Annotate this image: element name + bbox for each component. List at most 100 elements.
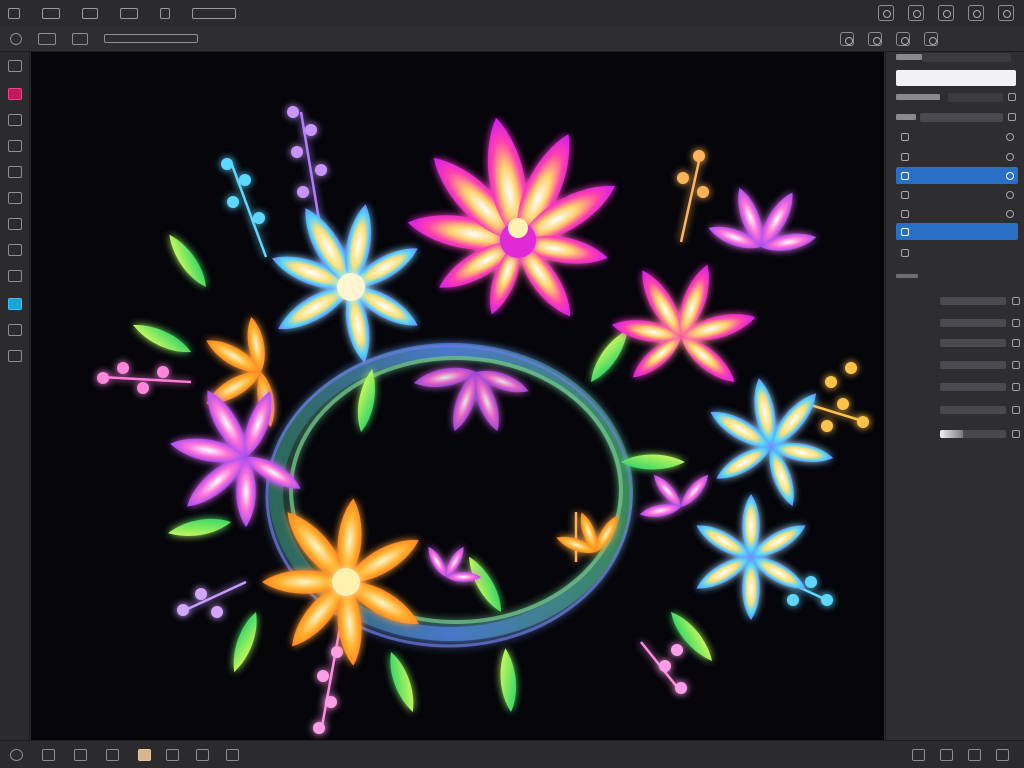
- adjustment-slider[interactable]: [896, 359, 1020, 371]
- blend-mode-field[interactable]: [922, 52, 1011, 62]
- image-menu-icon[interactable]: [82, 7, 98, 19]
- adjustment-slider[interactable]: [896, 317, 1020, 329]
- move-tool-icon[interactable]: [8, 60, 22, 72]
- fit-screen-icon[interactable]: [968, 749, 981, 761]
- canvas[interactable]: [31, 52, 884, 740]
- opacity-lock-icon[interactable]: [1008, 93, 1016, 101]
- crop-tool-icon[interactable]: [8, 192, 22, 204]
- layer-thumbnail-icon: [901, 152, 909, 161]
- slider-track[interactable]: [940, 339, 1006, 347]
- export-icon[interactable]: [908, 5, 924, 21]
- slider-track[interactable]: [940, 297, 1006, 305]
- opacity-row[interactable]: [896, 90, 1016, 104]
- size-option-icon[interactable]: [72, 32, 88, 45]
- redo-icon[interactable]: [74, 749, 87, 761]
- visibility-icon[interactable]: [1006, 209, 1014, 218]
- adjustment-slider[interactable]: [896, 295, 1020, 307]
- account-icon[interactable]: [998, 5, 1014, 21]
- share-icon[interactable]: [878, 5, 894, 21]
- grid-icon[interactable]: [840, 32, 854, 46]
- layer-name-input[interactable]: [896, 70, 1016, 86]
- layer-menu-icon[interactable]: [120, 7, 138, 19]
- slider-value-icon[interactable]: [1012, 406, 1020, 414]
- zoom-in-icon[interactable]: [940, 749, 953, 761]
- slider-value-icon[interactable]: [1012, 339, 1020, 347]
- adjustment-slider[interactable]: [896, 337, 1020, 349]
- file-name-field[interactable]: [104, 34, 198, 43]
- undo-icon[interactable]: [42, 749, 55, 761]
- layer-item[interactable]: [896, 205, 1018, 222]
- slider-value-icon[interactable]: [1012, 361, 1020, 369]
- layer-item[interactable]: [896, 186, 1018, 203]
- text-tool-icon[interactable]: [8, 270, 22, 282]
- window-controls: [878, 5, 1014, 21]
- color-picker-icon[interactable]: [8, 298, 22, 310]
- shape-tool-icon[interactable]: [8, 324, 22, 336]
- history-icon[interactable]: [10, 749, 23, 761]
- rotate-icon[interactable]: [896, 32, 910, 46]
- layer-item-selected[interactable]: [896, 223, 1018, 240]
- layer-item[interactable]: [896, 244, 1018, 261]
- fullscreen-icon[interactable]: [924, 32, 938, 46]
- layer-item[interactable]: [896, 148, 1018, 165]
- fill-row[interactable]: [896, 110, 1016, 124]
- properties-panel: [885, 52, 1024, 740]
- layer-thumbnail-icon: [901, 190, 909, 199]
- slider-track[interactable]: [940, 319, 1006, 327]
- filter-menu-icon[interactable]: [192, 7, 236, 19]
- image-editor-app: [0, 0, 1024, 768]
- settings-icon[interactable]: [938, 5, 954, 21]
- slider-value-icon[interactable]: [1012, 297, 1020, 305]
- eraser-tool-icon[interactable]: [8, 166, 22, 178]
- slider-value-icon[interactable]: [1012, 383, 1020, 391]
- adjustments-section-header: [896, 274, 918, 278]
- adjustment-slider[interactable]: [896, 404, 1020, 416]
- edit-menu-icon[interactable]: [42, 7, 60, 19]
- select-tool-icon[interactable]: [8, 114, 22, 126]
- tool-preset-icon[interactable]: [10, 32, 22, 45]
- adjustment-slider[interactable]: [896, 381, 1020, 393]
- opacity-field[interactable]: [948, 92, 1003, 102]
- fill-tool-icon[interactable]: [8, 218, 22, 230]
- slider-track[interactable]: [940, 430, 1006, 438]
- layer-item-selected[interactable]: [896, 167, 1018, 184]
- view-options: [840, 32, 938, 46]
- fill-lock-icon[interactable]: [1008, 113, 1016, 121]
- tool-palette: [0, 52, 30, 740]
- mode-option-icon[interactable]: [38, 32, 56, 45]
- visibility-icon[interactable]: [1006, 190, 1014, 199]
- status-bar: [0, 740, 1024, 768]
- brush-settings-icon[interactable]: [166, 749, 179, 761]
- navigator-icon[interactable]: [106, 749, 119, 761]
- lasso-tool-icon[interactable]: [8, 140, 22, 152]
- layer-thumbnail-icon: [901, 171, 909, 180]
- adjustment-slider[interactable]: [896, 428, 1020, 440]
- slider-track[interactable]: [940, 361, 1006, 369]
- blend-mode-row[interactable]: [896, 50, 1016, 64]
- visibility-icon[interactable]: [1006, 132, 1014, 141]
- hand-tool-icon[interactable]: [8, 350, 22, 362]
- opacity-label: [896, 94, 940, 100]
- file-menu-icon[interactable]: [8, 7, 20, 19]
- neon-flower-wreath-artwork: [97, 106, 869, 734]
- brush-tool-icon[interactable]: [8, 88, 22, 100]
- menu-bar: [0, 0, 1024, 26]
- help-icon[interactable]: [968, 5, 984, 21]
- more-options-icon[interactable]: [996, 749, 1009, 761]
- slider-value-icon[interactable]: [1012, 430, 1020, 438]
- gradient-tool-icon[interactable]: [8, 244, 22, 256]
- zoom-icon[interactable]: [868, 32, 882, 46]
- visibility-icon[interactable]: [1006, 152, 1014, 161]
- select-menu-icon[interactable]: [160, 7, 170, 19]
- visibility-icon[interactable]: [1006, 171, 1014, 180]
- layers-icon[interactable]: [196, 749, 209, 761]
- layer-thumbnail-icon: [901, 248, 909, 257]
- color-swatch-icon[interactable]: [138, 749, 151, 761]
- slider-track[interactable]: [940, 406, 1006, 414]
- zoom-out-icon[interactable]: [912, 749, 925, 761]
- adjustments-icon[interactable]: [226, 749, 239, 761]
- layer-item[interactable]: [896, 128, 1018, 145]
- slider-track[interactable]: [940, 383, 1006, 391]
- slider-value-icon[interactable]: [1012, 319, 1020, 327]
- fill-field[interactable]: [920, 112, 1003, 122]
